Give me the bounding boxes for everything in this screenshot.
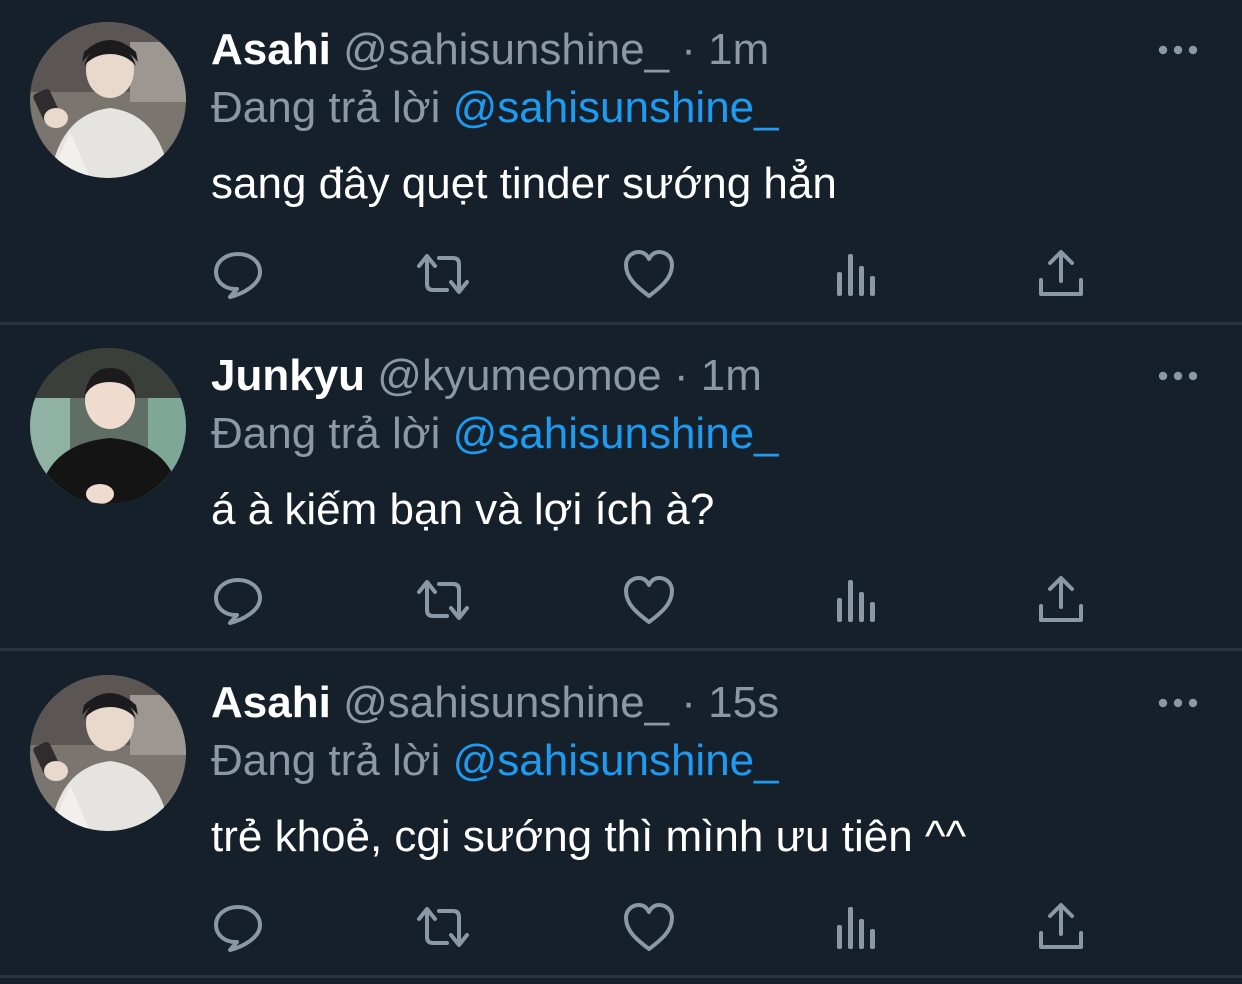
tweet-actions: [0, 570, 1242, 630]
analytics-icon[interactable]: [826, 244, 886, 304]
display-name[interactable]: Asahi: [211, 678, 331, 727]
user-handle[interactable]: @kyumeomoe: [377, 351, 661, 400]
tweet-text: trẻ khoẻ, cgi sướng thì mình ưu tiên ^^: [211, 812, 967, 861]
tweet[interactable]: Junkyu @kyumeomoe · 1m Đang trả lời @sah…: [0, 326, 1242, 651]
tweet[interactable]: Asahi @sahisunshine_ · 1m Đang trả lời @…: [0, 0, 1242, 325]
tweet-header: Asahi @sahisunshine_ · 1m: [211, 22, 769, 78]
like-icon[interactable]: [619, 570, 679, 630]
tweet-text: sang đây quẹt tinder sướng hẳn: [211, 159, 837, 208]
share-icon[interactable]: [1031, 897, 1091, 957]
avatar[interactable]: [30, 348, 186, 504]
reply-prefix: Đang trả lời: [211, 83, 441, 132]
tweet-actions: [0, 244, 1242, 304]
reply-icon[interactable]: [208, 570, 268, 630]
timestamp[interactable]: 1m: [701, 351, 762, 400]
separator-dot: ·: [673, 351, 689, 400]
reply-icon[interactable]: [208, 244, 268, 304]
separator-dot: ·: [681, 678, 696, 727]
more-options-icon[interactable]: [1157, 36, 1199, 64]
tweet[interactable]: Asahi @sahisunshine_ · 15s Đang trả lời …: [0, 653, 1242, 978]
tweet-header: Asahi @sahisunshine_ · 15s: [211, 675, 779, 731]
like-icon[interactable]: [619, 244, 679, 304]
timestamp[interactable]: 1m: [708, 25, 769, 74]
display-name[interactable]: Asahi: [211, 25, 331, 74]
timestamp[interactable]: 15s: [708, 678, 779, 727]
retweet-icon[interactable]: [413, 897, 473, 957]
separator-dot: ·: [681, 25, 696, 74]
tweet-actions: [0, 897, 1242, 957]
retweet-icon[interactable]: [413, 570, 473, 630]
share-icon[interactable]: [1031, 244, 1091, 304]
user-handle[interactable]: @sahisunshine_: [343, 25, 669, 74]
analytics-icon[interactable]: [826, 897, 886, 957]
user-handle[interactable]: @sahisunshine_: [343, 678, 669, 727]
more-options-icon[interactable]: [1157, 362, 1199, 390]
reply-mention-link[interactable]: @sahisunshine_: [453, 83, 779, 132]
reply-context: Đang trả lời @sahisunshine_: [211, 406, 779, 462]
reply-context: Đang trả lời @sahisunshine_: [211, 733, 779, 789]
tweet-header: Junkyu @kyumeomoe · 1m: [211, 348, 762, 404]
avatar[interactable]: [30, 675, 186, 831]
reply-prefix: Đang trả lời: [211, 736, 441, 785]
reply-mention-link[interactable]: @sahisunshine_: [453, 736, 779, 785]
share-icon[interactable]: [1031, 570, 1091, 630]
reply-mention-link[interactable]: @sahisunshine_: [453, 409, 779, 458]
analytics-icon[interactable]: [826, 570, 886, 630]
tweet-text: á à kiếm bạn và lợi ích à?: [211, 485, 715, 534]
like-icon[interactable]: [619, 897, 679, 957]
reply-context: Đang trả lời @sahisunshine_: [211, 80, 779, 136]
reply-prefix: Đang trả lời: [211, 409, 441, 458]
more-options-icon[interactable]: [1157, 689, 1199, 717]
display-name[interactable]: Junkyu: [211, 351, 365, 400]
retweet-icon[interactable]: [413, 244, 473, 304]
avatar[interactable]: [30, 22, 186, 178]
reply-icon[interactable]: [208, 897, 268, 957]
